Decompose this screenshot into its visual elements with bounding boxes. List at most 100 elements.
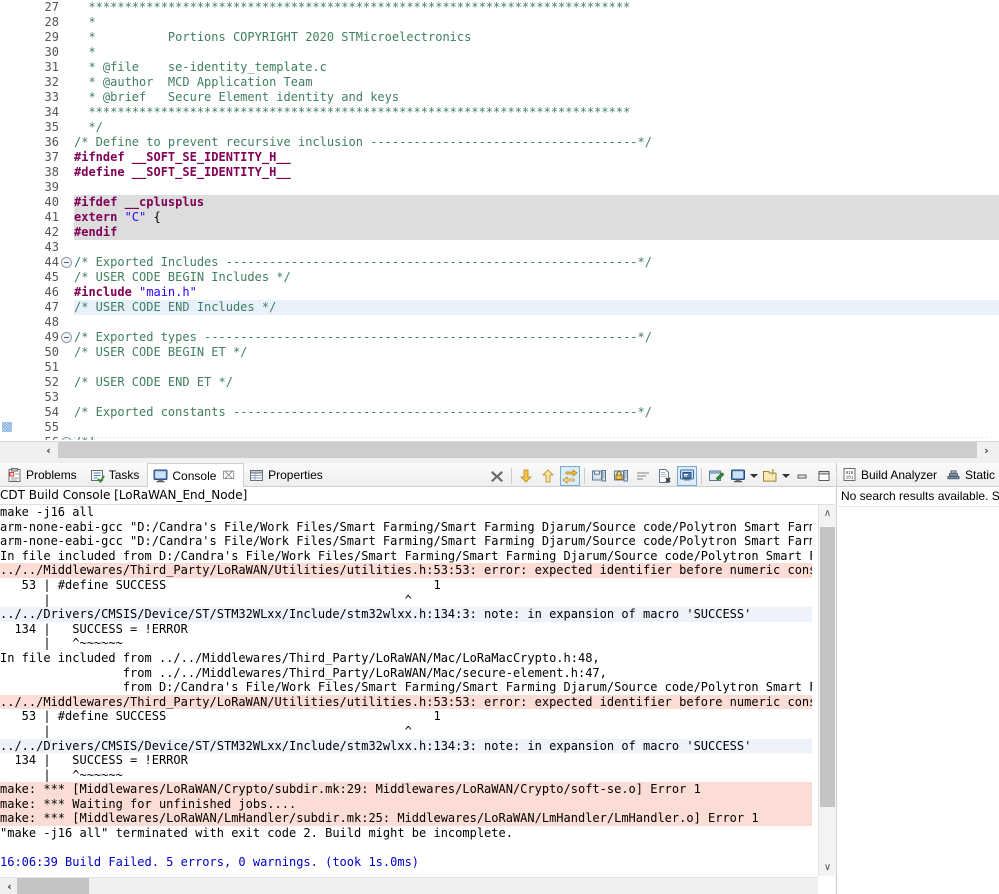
clear-console-button[interactable] [655, 466, 675, 486]
code-line[interactable]: #ifndef __SOFT_SE_IDENTITY_H__ [74, 150, 999, 165]
maximize-button[interactable] [814, 466, 834, 486]
code-line[interactable]: #ifdef __cplusplus [74, 195, 999, 210]
line-number: 34 [44, 105, 59, 119]
line-number: 43 [44, 240, 59, 254]
code-line[interactable]: ****************************************… [74, 0, 999, 15]
editor-annotation-ruler[interactable] [0, 0, 14, 440]
code-token: /* USER CODE BEGIN ET */ [74, 345, 248, 359]
console-line: ../../Drivers/CMSIS/Device/ST/STM32WLxx/… [0, 738, 812, 754]
editor-folding-ruler[interactable] [60, 0, 74, 440]
code-token: /* Exported types ----------------------… [74, 330, 652, 344]
terminate-button[interactable] [487, 466, 507, 486]
editor-hscroll-left-arrow[interactable]: ‹ [40, 442, 57, 458]
chevron-down-icon[interactable] [749, 466, 759, 486]
tab-tasks[interactable]: Tasks [85, 463, 148, 487]
code-line[interactable] [74, 360, 999, 375]
console-vscroll-down-arrow[interactable]: ∨ [819, 859, 836, 876]
code-line[interactable]: /* Exported constants ------------------… [74, 405, 999, 420]
code-line[interactable] [74, 390, 999, 405]
display-selected-console-button[interactable] [728, 466, 748, 486]
chevron-down-icon[interactable] [781, 466, 791, 486]
code-token: /* Exported constants ------------------… [74, 405, 652, 419]
code-line[interactable]: /* USER CODE END ET */ [74, 375, 999, 390]
static-stack-icon [946, 467, 961, 482]
console-vertical-scrollbar[interactable]: ∧ ∨ [818, 505, 835, 876]
code-token: #include [74, 285, 140, 299]
fold-collapse-icon[interactable] [61, 257, 72, 268]
line-number: 29 [44, 30, 59, 44]
tab-console[interactable]: Console ⌧ [147, 463, 245, 487]
code-line[interactable]: * [74, 45, 999, 60]
code-line[interactable]: /* Exported types ----------------------… [74, 330, 999, 345]
code-line[interactable]: /* Define to prevent recursive inclusion… [74, 135, 999, 150]
console-line: 16:06:39 Build Failed. 5 errors, 0 warni… [0, 855, 420, 870]
code-line[interactable]: /*! [74, 435, 999, 440]
arrow-down-icon [518, 468, 534, 484]
code-line[interactable]: /* Exported Includes -------------------… [74, 255, 999, 270]
pin-button[interactable] [706, 466, 726, 486]
console-tab-list: Problems Tasks Console ⌧ Properties [2, 463, 331, 487]
code-line[interactable]: * [74, 15, 999, 30]
tab-label: Static S [965, 467, 999, 482]
code-token: * @file se-identity_template.c [74, 60, 327, 74]
open-console-button[interactable] [760, 466, 780, 486]
code-line[interactable] [74, 420, 999, 435]
word-wrap-button[interactable] [633, 466, 653, 486]
clear-console-icon [657, 468, 673, 484]
scroll-down-button[interactable] [516, 466, 536, 486]
console-horizontal-scrollbar[interactable]: ‹ [0, 877, 818, 894]
code-token: #define __SOFT_SE_IDENTITY_H__ [74, 165, 291, 179]
annotation-marker[interactable] [2, 422, 12, 432]
close-icon[interactable]: ⌧ [222, 469, 235, 482]
fold-collapse-icon[interactable] [61, 437, 72, 440]
fold-collapse-icon[interactable] [61, 332, 72, 343]
minimize-button[interactable] [792, 466, 812, 486]
code-line[interactable]: extern "C" { [74, 210, 999, 225]
code-line[interactable]: #define __SOFT_SE_IDENTITY_H__ [74, 165, 999, 180]
code-line[interactable]: * @file se-identity_template.c [74, 60, 999, 75]
code-line[interactable] [74, 315, 999, 330]
console-line: In file included from D:/Candra's File/W… [0, 548, 812, 563]
code-token: * [74, 45, 96, 59]
pin-console-button[interactable] [611, 466, 631, 486]
console-line: make: *** [Middlewares/LoRaWAN/LmHandler… [0, 811, 812, 827]
editor-horizontal-scrollbar[interactable]: ‹ › [0, 441, 999, 458]
code-line[interactable]: /* USER CODE BEGIN Includes */ [74, 270, 999, 285]
editor-code-area[interactable]: ****************************************… [74, 0, 999, 440]
code-line[interactable]: * Portions COPYRIGHT 2020 STMicroelectro… [74, 30, 999, 45]
tab-static-s[interactable]: Static S [941, 463, 999, 487]
code-line[interactable]: * @author MCD Application Team [74, 75, 999, 90]
code-line[interactable]: /* USER CODE BEGIN ET */ [74, 345, 999, 360]
line-number: 38 [44, 165, 59, 179]
tab-properties[interactable]: Properties [244, 463, 331, 487]
console-line: from D:/Candra's File/Work Files/Smart F… [0, 680, 812, 695]
console-vscroll-thumb[interactable] [820, 527, 835, 807]
show-console-button[interactable] [677, 465, 697, 486]
tasks-icon [90, 468, 105, 483]
code-line[interactable]: #include "main.h" [74, 285, 999, 300]
scroll-up-button[interactable] [538, 466, 558, 486]
console-hscroll-left-arrow[interactable]: ‹ [2, 878, 17, 894]
save-console-button[interactable] [589, 466, 609, 486]
tab-problems[interactable]: Problems [2, 463, 85, 487]
console-output[interactable]: make -j16 all arm-none-eabi-gcc "D:/Candr… [0, 505, 812, 876]
code-line[interactable]: ****************************************… [74, 105, 999, 120]
code-line[interactable] [74, 240, 999, 255]
editor-hscroll-thumb[interactable] [58, 442, 977, 458]
tab-build-analyzer[interactable]: 010 101 Build Analyzer [837, 463, 941, 487]
line-number: 28 [44, 15, 59, 29]
scroll-lock-button[interactable] [560, 465, 580, 486]
console-tabbar: Problems Tasks Console ⌧ Properties [0, 463, 835, 487]
code-line[interactable]: /* USER CODE END Includes */ [74, 300, 999, 315]
show-console-icon [679, 468, 695, 484]
console-vscroll-up-arrow[interactable]: ∧ [819, 505, 836, 522]
code-line[interactable]: */ [74, 120, 999, 135]
console-hscroll-thumb[interactable] [17, 878, 89, 894]
editor-hscroll-right-arrow[interactable]: › [978, 442, 995, 458]
code-line[interactable]: #endif [74, 225, 999, 240]
wrap-lines-icon [635, 468, 651, 484]
code-line[interactable] [74, 180, 999, 195]
code-editor[interactable]: 27 28 29 30 31 32 33 34 35 36 37 38 39 40 41 42 43 44 45 46… [0, 0, 999, 440]
code-line[interactable]: * @brief Secure Element identity and key… [74, 90, 999, 105]
console-line: "make -j16 all" terminated with exit cod… [0, 826, 513, 841]
